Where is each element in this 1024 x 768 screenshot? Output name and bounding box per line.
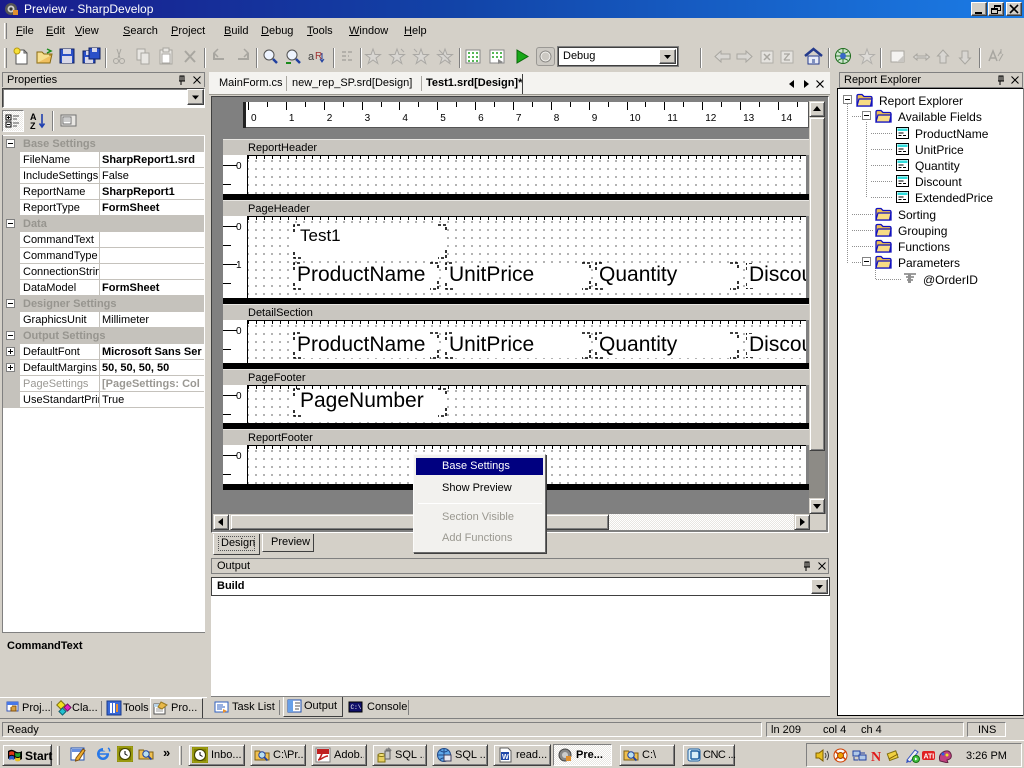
svg-text:ATI: ATI xyxy=(924,754,935,761)
svg-text:N: N xyxy=(871,750,881,763)
svg-text:C:\: C:\ xyxy=(351,704,362,711)
svg-text:a: a xyxy=(308,51,315,63)
svg-text:Z: Z xyxy=(30,121,36,131)
svg-text:W: W xyxy=(502,754,509,761)
